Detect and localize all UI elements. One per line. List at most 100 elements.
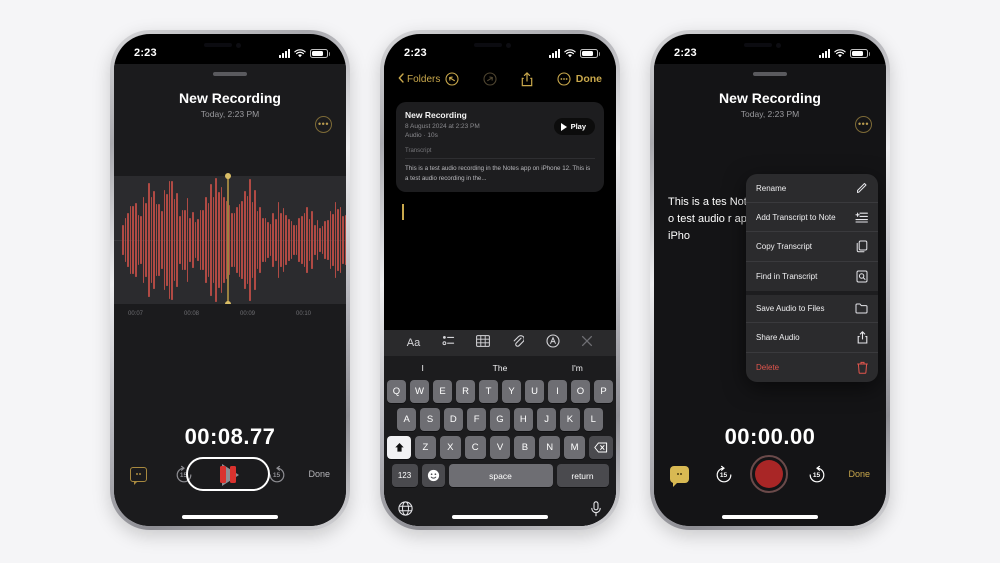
more-options-icon[interactable]: •••: [855, 116, 872, 133]
key-l[interactable]: L: [583, 408, 603, 431]
key-d[interactable]: D: [443, 408, 463, 431]
menu-item-copy-transcript[interactable]: Copy Transcript: [746, 231, 878, 261]
key-i[interactable]: I: [548, 380, 567, 403]
key-n[interactable]: N: [539, 436, 561, 459]
battery-icon: [580, 48, 600, 58]
key-b[interactable]: B: [514, 436, 536, 459]
menu-item-label: Save Audio to Files: [756, 304, 825, 313]
waveform-panel[interactable]: 00:07 00:08 00:09 00:10: [114, 176, 346, 324]
space-key[interactable]: space: [448, 464, 553, 487]
key-y[interactable]: Y: [502, 380, 521, 403]
close-icon[interactable]: [581, 334, 593, 352]
play-label: Play: [570, 122, 586, 131]
home-indicator[interactable]: [722, 515, 818, 519]
done-button[interactable]: Done: [308, 469, 330, 479]
key-r[interactable]: R: [456, 380, 475, 403]
phone-1-screen: 2:23 New Recording Today, 2:23 PM ••• 00…: [114, 34, 346, 526]
battery-icon: [850, 48, 870, 58]
menu-item-find-in-transcript[interactable]: Find in Transcript: [746, 261, 878, 291]
playhead-scrubber[interactable]: [227, 176, 229, 304]
done-button[interactable]: Done: [576, 73, 602, 85]
suggestion-chip[interactable]: The: [461, 363, 538, 373]
key-t[interactable]: T: [479, 380, 498, 403]
home-indicator[interactable]: [182, 515, 278, 519]
return-key[interactable]: return: [556, 464, 609, 487]
key-w[interactable]: W: [410, 380, 429, 403]
markup-icon[interactable]: [546, 333, 560, 353]
copy-icon: [856, 240, 868, 253]
key-z[interactable]: Z: [415, 436, 436, 459]
keyboard-format-toolbar: Aa: [384, 330, 616, 356]
attachment-icon[interactable]: [512, 334, 525, 353]
sheet-grabber[interactable]: [753, 72, 787, 76]
suggestion-chip[interactable]: I'm: [539, 363, 616, 373]
key-h[interactable]: H: [513, 408, 533, 431]
key-q[interactable]: Q: [387, 380, 406, 403]
key-m[interactable]: M: [564, 436, 586, 459]
menu-item-label: Delete: [756, 363, 780, 372]
recording-subtitle: Today, 2:23 PM: [200, 109, 260, 119]
menu-item-label: Rename: [756, 183, 787, 193]
speaker-slot: [474, 43, 502, 47]
key-a[interactable]: A: [397, 408, 417, 431]
key-o[interactable]: O: [571, 380, 590, 403]
key-c[interactable]: C: [464, 436, 486, 459]
menu-item-delete[interactable]: Delete: [746, 352, 878, 382]
phone-2-notes-app: 2:23 Folders Done New Recording 8 August…: [380, 30, 620, 530]
find-doc-icon: [856, 270, 868, 283]
key-j[interactable]: J: [536, 408, 557, 431]
key-u[interactable]: U: [525, 380, 544, 403]
speaker-slot: [204, 43, 232, 47]
shift-key[interactable]: [387, 436, 411, 459]
menu-item-add-transcript-to-note[interactable]: Add Transcript to Note: [746, 202, 878, 231]
back-to-folders-button[interactable]: Folders: [398, 72, 440, 86]
bottom-bar: Done: [114, 452, 346, 496]
notch: [446, 34, 554, 58]
play-button[interactable]: Play: [553, 118, 595, 135]
menu-item-rename[interactable]: Rename: [746, 174, 878, 202]
suggestion-chip[interactable]: I: [384, 363, 461, 373]
more-options-icon[interactable]: •••: [315, 116, 332, 133]
sheet-grabber[interactable]: [213, 72, 247, 76]
pause-recording-button[interactable]: [185, 457, 270, 491]
share-icon[interactable]: [521, 71, 533, 87]
globe-icon[interactable]: [398, 501, 413, 521]
redo-icon: [483, 72, 497, 86]
backspace-key[interactable]: [589, 436, 613, 459]
key-f[interactable]: F: [467, 408, 487, 431]
wifi-icon: [834, 48, 846, 58]
transcript-icon[interactable]: [670, 465, 689, 487]
folder-icon: [855, 303, 868, 314]
table-icon[interactable]: [476, 334, 491, 352]
keyboard-bottom-bar: [384, 496, 616, 526]
microphone-icon[interactable]: [590, 500, 602, 522]
battery-icon: [310, 48, 330, 58]
menu-item-label: Copy Transcript: [756, 242, 813, 251]
key-g[interactable]: G: [490, 408, 510, 431]
phone-3-context-menu: 2:23 New Recording Today, 2:23 PM ••• Th…: [650, 30, 890, 530]
more-icon[interactable]: [557, 72, 571, 86]
key-x[interactable]: X: [439, 436, 461, 459]
key-e[interactable]: E: [433, 380, 452, 403]
menu-item-label: Add Transcript to Note: [756, 212, 836, 222]
transcript-icon[interactable]: [130, 466, 147, 485]
key-v[interactable]: V: [489, 436, 511, 459]
audio-attachment-card[interactable]: New Recording 8 August 2024 at 2:23 PM A…: [396, 102, 604, 193]
key-k[interactable]: K: [560, 408, 580, 431]
record-button[interactable]: [749, 455, 788, 493]
undo-icon[interactable]: [445, 72, 459, 86]
menu-item-share-audio[interactable]: Share Audio: [746, 322, 878, 352]
emoji-key[interactable]: [421, 464, 445, 487]
numbers-key[interactable]: 123: [391, 464, 418, 487]
keyboard-suggestions: I The I'm: [384, 356, 616, 380]
text-format-icon[interactable]: Aa: [407, 337, 420, 349]
notes-screen: Folders Done New Recording 8 August 2024…: [384, 64, 616, 526]
checklist-icon[interactable]: [442, 334, 455, 352]
menu-item-save-audio-to-files[interactable]: Save Audio to Files: [746, 291, 878, 322]
keyboard-row-4: 123 space return: [387, 464, 613, 487]
key-p[interactable]: P: [594, 380, 613, 403]
home-indicator[interactable]: [452, 515, 548, 519]
done-button[interactable]: Done: [848, 469, 870, 479]
key-s[interactable]: S: [420, 408, 440, 431]
chevron-left-icon: [398, 72, 404, 86]
